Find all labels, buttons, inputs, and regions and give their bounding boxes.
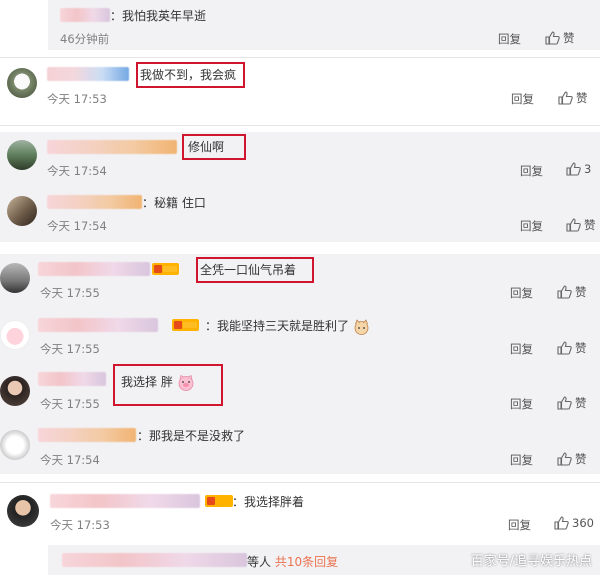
like-button[interactable]: 赞 bbox=[557, 395, 587, 411]
like-button[interactable]: 赞 bbox=[566, 217, 596, 233]
avatar[interactable] bbox=[7, 140, 37, 170]
thumbs-up-icon bbox=[545, 31, 560, 45]
divider bbox=[0, 57, 600, 58]
reply-button[interactable]: 回复 bbox=[511, 91, 534, 107]
comment-time: 今天 17:53 bbox=[47, 92, 107, 106]
avatar[interactable] bbox=[0, 263, 30, 293]
divider bbox=[0, 482, 600, 483]
reply-button[interactable]: 回复 bbox=[510, 452, 533, 468]
username-blurred[interactable] bbox=[38, 372, 106, 386]
comment-text: 我选择 胖 bbox=[121, 374, 195, 391]
reply-button[interactable]: 回复 bbox=[508, 517, 531, 533]
reply-button[interactable]: 回复 bbox=[510, 285, 533, 301]
avatar[interactable] bbox=[7, 495, 39, 527]
like-button[interactable]: 3 bbox=[566, 162, 591, 176]
more-replies[interactable]: 等人 共10条回复 bbox=[247, 553, 338, 570]
reply-button[interactable]: 回复 bbox=[510, 341, 533, 357]
thumbs-up-icon bbox=[557, 452, 572, 466]
username-blurred[interactable] bbox=[50, 494, 200, 508]
thumbs-up-icon bbox=[566, 218, 581, 232]
more-replies-suffix: 等人 bbox=[247, 555, 272, 569]
comment-time: 今天 17:55 bbox=[40, 342, 100, 356]
member-badge-icon bbox=[205, 495, 233, 507]
thumbs-up-icon bbox=[557, 396, 572, 410]
like-label: 赞 bbox=[575, 452, 587, 466]
thumbs-up-icon bbox=[557, 341, 572, 355]
reply-usernames-blurred bbox=[62, 553, 247, 567]
comment-time: 今天 17:54 bbox=[40, 453, 100, 467]
comment-text: 我做不到，我会疯 bbox=[140, 68, 237, 82]
reply-button[interactable]: 回复 bbox=[498, 31, 521, 47]
reply-button[interactable]: 回复 bbox=[510, 396, 533, 412]
member-badge-icon bbox=[152, 263, 179, 275]
like-button[interactable]: 赞 bbox=[557, 451, 587, 467]
pig-emoji-icon bbox=[178, 374, 194, 391]
like-label: 赞 bbox=[563, 31, 575, 45]
comment-time: 今天 17:53 bbox=[50, 518, 110, 532]
more-replies-link[interactable]: 共10条回复 bbox=[275, 555, 338, 569]
comment-text: 全凭一口仙气吊着 bbox=[200, 263, 297, 277]
like-button[interactable]: 360 bbox=[554, 516, 594, 530]
like-label: 赞 bbox=[584, 218, 596, 232]
cat-emoji-icon bbox=[354, 318, 369, 335]
comment-text: ：我怕我英年早逝 bbox=[110, 9, 207, 23]
like-count: 3 bbox=[584, 162, 592, 176]
comment-text: ：我能坚持三天就是胜利了 bbox=[205, 318, 370, 335]
comment-text-content: ：我能坚持三天就是胜利了 bbox=[205, 319, 350, 333]
like-button[interactable]: 赞 bbox=[557, 284, 587, 300]
username-blurred[interactable] bbox=[47, 195, 142, 209]
comment-text: ：秘籍 住口 bbox=[142, 196, 206, 210]
reply-button[interactable]: 回复 bbox=[520, 218, 543, 234]
watermark: 百家号/追寻娱乐热点 bbox=[470, 554, 592, 569]
comment-text: ：那我是不是没救了 bbox=[137, 429, 246, 443]
divider bbox=[0, 125, 600, 126]
reply-button[interactable]: 回复 bbox=[520, 163, 543, 179]
username-blurred[interactable] bbox=[38, 318, 158, 332]
avatar[interactable] bbox=[0, 320, 30, 350]
comment-text-content: 我选择 胖 bbox=[121, 375, 173, 389]
comment-time: 今天 17:54 bbox=[47, 219, 107, 233]
comment-time: 46分钟前 bbox=[60, 32, 110, 46]
member-badge-icon bbox=[172, 319, 199, 331]
comment-text: 修仙啊 bbox=[188, 140, 225, 154]
comment-time: 今天 17:54 bbox=[47, 164, 107, 178]
avatar[interactable] bbox=[7, 68, 37, 98]
comment-time: 今天 17:55 bbox=[40, 286, 100, 300]
like-button[interactable]: 赞 bbox=[557, 340, 587, 356]
thumbs-up-icon bbox=[566, 162, 581, 176]
comment-time: 今天 17:55 bbox=[40, 397, 100, 411]
thumbs-up-icon bbox=[554, 516, 569, 530]
username-blurred[interactable] bbox=[38, 262, 150, 276]
username-blurred[interactable] bbox=[38, 428, 136, 442]
username-blurred[interactable] bbox=[60, 8, 110, 22]
like-label: 赞 bbox=[575, 396, 587, 410]
like-label: 赞 bbox=[575, 285, 587, 299]
like-button[interactable]: 赞 bbox=[558, 90, 588, 106]
like-label: 赞 bbox=[576, 91, 588, 105]
username-blurred[interactable] bbox=[47, 67, 129, 81]
comment-text: ：我选择胖着 bbox=[232, 495, 305, 509]
avatar[interactable] bbox=[7, 196, 37, 226]
thumbs-up-icon bbox=[558, 91, 573, 105]
username-blurred[interactable] bbox=[47, 140, 177, 154]
avatar[interactable] bbox=[0, 430, 30, 460]
thumbs-up-icon bbox=[557, 285, 572, 299]
like-button[interactable]: 赞 bbox=[545, 30, 575, 46]
like-label: 赞 bbox=[575, 341, 587, 355]
like-count: 360 bbox=[572, 516, 594, 530]
avatar[interactable] bbox=[0, 376, 30, 406]
